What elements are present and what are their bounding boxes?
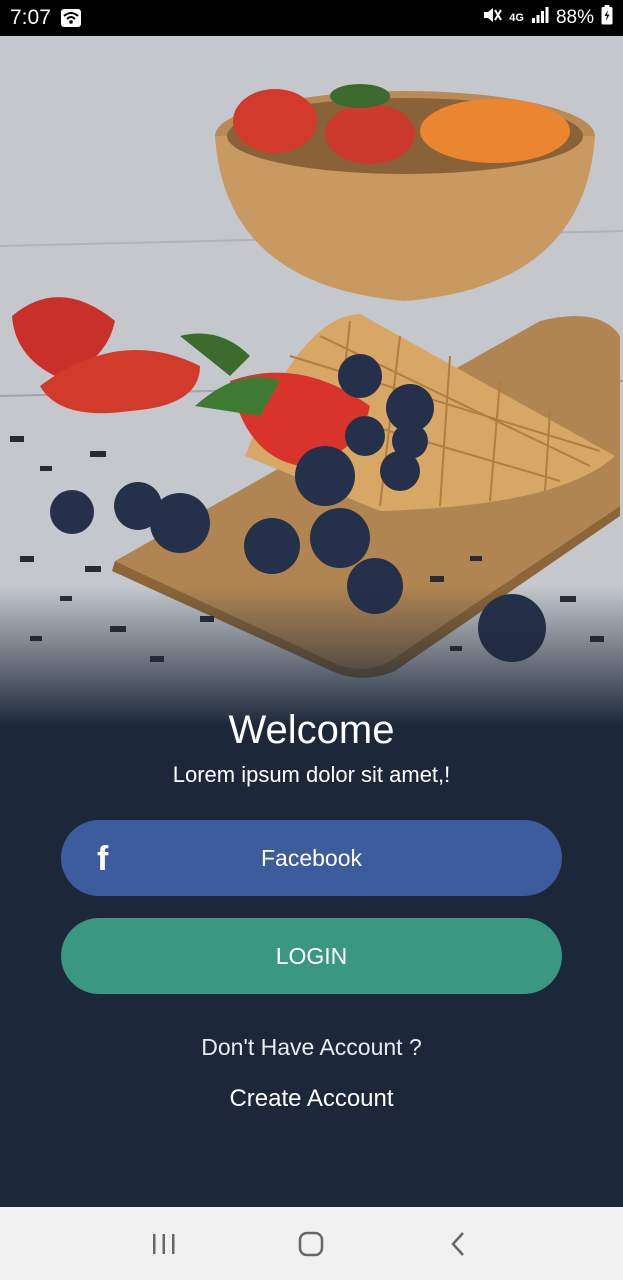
facebook-login-button[interactable]: f Facebook [61,820,562,896]
mute-icon [482,6,503,30]
status-bar: 7:07 4G 88% [0,0,623,36]
system-nav-bar [0,1207,623,1280]
hero-fade-overlay [0,586,623,726]
recent-apps-icon [152,1233,175,1254]
no-account-text: Don't Have Account ? [201,1034,422,1060]
status-time: 7:07 [10,6,51,29]
status-indicators: 4G 88% [482,5,613,31]
welcome-subtitle: Lorem ipsum dolor sit amet,! [172,762,451,787]
welcome-title: Welcome [228,708,395,752]
create-account-link[interactable]: Create Account [0,1085,623,1113]
back-icon [451,1231,465,1256]
signal-icon [531,7,549,29]
home-icon [299,1231,324,1256]
wifi-icon [60,9,81,27]
login-button-label: LOGIN [275,942,348,969]
facebook-icon: f [97,840,109,878]
recent-apps-button[interactable] [144,1224,184,1264]
facebook-button-label: Facebook [260,844,362,871]
battery-level: 88% [555,7,594,28]
battery-icon [601,5,613,31]
back-button[interactable] [439,1224,479,1264]
hero-image [0,36,623,726]
home-button[interactable] [291,1224,331,1264]
login-button[interactable]: LOGIN [61,918,562,994]
network-type: 4G [509,12,524,24]
